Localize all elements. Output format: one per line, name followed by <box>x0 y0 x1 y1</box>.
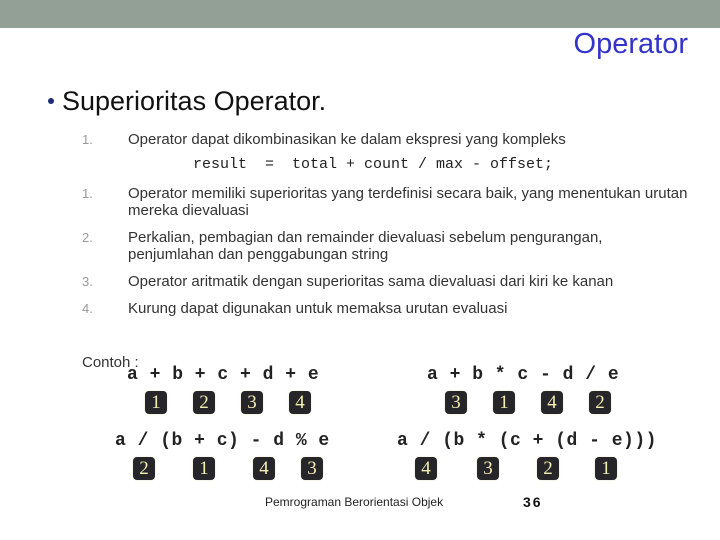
section-heading: Superioritas Operator. <box>48 86 326 117</box>
item-text: Operator aritmatik dengan superioritas s… <box>128 273 614 290</box>
order-badge: 1 <box>595 457 617 480</box>
order-badge: 4 <box>541 391 563 414</box>
item-text: Operator memiliki superioritas yang terd… <box>128 185 688 219</box>
order-badge: 1 <box>193 457 215 480</box>
order-badge: 2 <box>193 391 215 414</box>
item-number: 2. <box>82 230 93 245</box>
order-badge: 2 <box>589 391 611 414</box>
item-text: Operator dapat dikombinasikan ke dalam e… <box>128 131 566 148</box>
order-badge: 2 <box>537 457 559 480</box>
bullet-icon <box>48 97 54 104</box>
example-expression-4: a / (b * (c + (d - e))) <box>397 431 657 451</box>
item-number: 4. <box>82 301 93 316</box>
item-number: 1. <box>82 132 93 147</box>
order-badge: 4 <box>289 391 311 414</box>
order-badge: 3 <box>301 457 323 480</box>
code-example: result = total + count / max - offset; <box>193 156 554 173</box>
example-expression-3: a / (b + c) - d % e <box>115 431 330 451</box>
item-number: 1. <box>82 186 93 201</box>
order-badge: 4 <box>253 457 275 480</box>
order-badge: 2 <box>133 457 155 480</box>
page-number: 36 <box>523 494 543 510</box>
item-number: 3. <box>82 274 93 289</box>
order-badge: 1 <box>493 391 515 414</box>
top-bar <box>0 0 720 28</box>
example-expression-1: a + b + c + d + e <box>127 365 320 385</box>
example-expression-2: a + b * c - d / e <box>427 365 620 385</box>
footer-text: Pemrograman Berorientasi Objek <box>265 495 444 509</box>
order-badge: 3 <box>445 391 467 414</box>
order-badge: 3 <box>241 391 263 414</box>
item-text: Perkalian, pembagian dan remainder dieva… <box>128 229 603 263</box>
item-text: Kurung dapat digunakan untuk memaksa uru… <box>128 300 508 317</box>
order-badge: 3 <box>477 457 499 480</box>
slide-title: Operator <box>573 28 688 60</box>
order-badge: 1 <box>145 391 167 414</box>
heading-text: Superioritas Operator. <box>62 86 327 116</box>
order-badge: 4 <box>415 457 437 480</box>
